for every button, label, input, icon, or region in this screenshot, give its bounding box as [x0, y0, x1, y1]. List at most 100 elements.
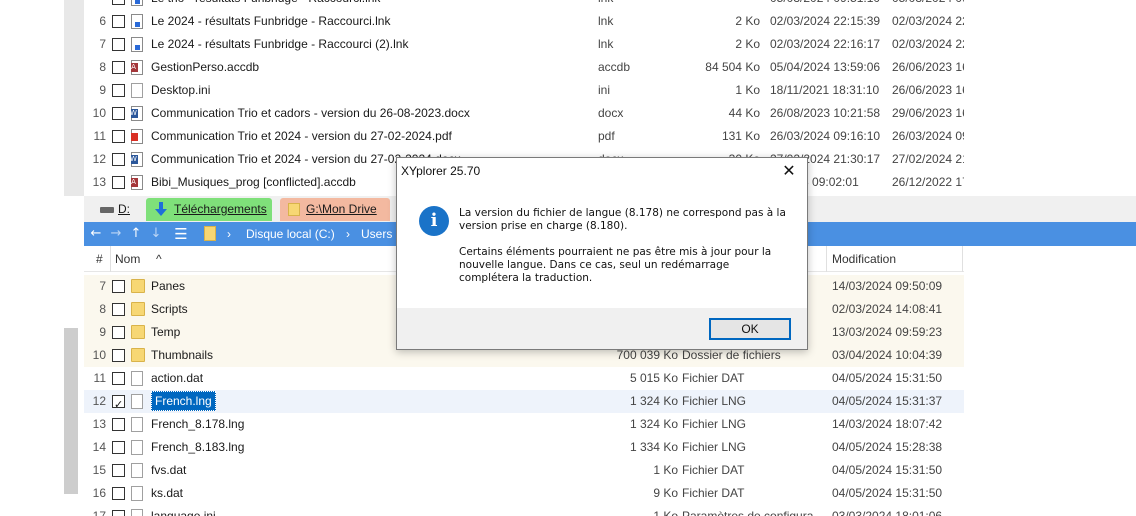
row-checkbox[interactable]: [112, 326, 125, 339]
top-file-row[interactable]: 6 Le 2024 - résultats Funbridge - Raccour…: [84, 10, 964, 33]
file-created: 02/03/2024 22:16:17: [892, 37, 964, 51]
row-checkbox[interactable]: [112, 176, 125, 189]
file-name[interactable]: action.dat: [151, 367, 591, 390]
file-modified: 04/05/2024 15:31:50: [832, 371, 943, 385]
file-name-text[interactable]: action.dat: [151, 371, 203, 385]
row-checkbox[interactable]: [112, 441, 125, 454]
ok-button[interactable]: OK: [709, 318, 791, 340]
back-arrow-icon[interactable]: ←: [86, 222, 106, 246]
folder-icon: [288, 203, 300, 216]
file-name-text[interactable]: Thumbnails: [151, 348, 213, 362]
row-checkbox[interactable]: [112, 38, 125, 51]
top-file-row[interactable]: 8 GestionPerso.accdb accdb 84 504 Ko 05/04/2…: [84, 56, 964, 79]
file-name-text[interactable]: fvs.dat: [151, 463, 186, 477]
file-modified: 04/05/2024 15:31:50: [832, 463, 943, 477]
column-name[interactable]: Nom: [115, 246, 140, 272]
file-type: Paramètres de configura…: [682, 509, 822, 516]
file-name-text[interactable]: language.ini: [151, 509, 216, 516]
file-name[interactable]: fvs.dat: [151, 459, 591, 482]
lnk-file-icon: [131, 37, 145, 53]
file-name-text[interactable]: ks.dat: [151, 486, 183, 500]
row-checkbox[interactable]: [112, 280, 125, 293]
file-extension: pdf: [598, 129, 615, 143]
menu-icon[interactable]: ☰: [170, 222, 192, 246]
file-name[interactable]: French.lng: [151, 390, 591, 413]
file-row[interactable]: 16 ks.dat 9 Ko Fichier DAT 04/05/2024 15:31:…: [84, 482, 964, 505]
breadcrumb-users[interactable]: Users: [361, 222, 392, 246]
file-size: 1 Ko: [735, 83, 760, 97]
file-created: 26/12/2022 17:48:15: [892, 175, 964, 189]
file-name[interactable]: French_8.178.lng: [151, 413, 591, 436]
file-row[interactable]: 13 French_8.178.lng 1 324 Ko Fichier LNG 14/…: [84, 413, 964, 436]
file-size: [678, 0, 760, 10]
tab-google-drive[interactable]: G:\Mon Drive: [280, 198, 390, 221]
file-name[interactable]: Le 2024 - résultats Funbridge - Raccourc…: [151, 33, 591, 56]
file-created: 27/02/2024 21:30:32: [892, 152, 964, 166]
row-checkbox[interactable]: [112, 395, 125, 408]
file-row[interactable]: 12 French.lng 1 324 Ko Fichier LNG 04/05/202…: [84, 390, 964, 413]
down-arrow-icon[interactable]: ↓: [146, 222, 166, 246]
column-index[interactable]: #: [96, 246, 103, 272]
file-type: Fichier DAT: [682, 371, 745, 385]
file-name[interactable]: Communication Trio et 2024 - version du …: [151, 125, 591, 148]
file-row[interactable]: 17 language.ini 1 Ko Paramètres de configur…: [84, 505, 964, 516]
file-size: 2 Ko: [735, 14, 760, 28]
selected-file-name[interactable]: French.lng: [151, 391, 216, 411]
left-scrollbar[interactable]: [64, 328, 78, 494]
row-checkbox[interactable]: [112, 84, 125, 97]
top-file-row[interactable]: 7 Le 2024 - résultats Funbridge - Raccour…: [84, 33, 964, 56]
file-name[interactable]: Communication Trio et cadors - version d…: [151, 102, 591, 125]
file-extension: docx: [598, 106, 624, 120]
file-size: 1 324 Ko: [629, 417, 678, 431]
close-icon[interactable]: ✕: [771, 158, 807, 184]
file-name[interactable]: language.ini: [151, 505, 591, 516]
file-name[interactable]: GestionPerso.accdb: [151, 56, 591, 79]
file-row[interactable]: 14 French_8.183.lng 1 334 Ko Fichier LNG 04/…: [84, 436, 964, 459]
file-name[interactable]: Le 2024 - résultats Funbridge - Raccourc…: [151, 10, 591, 33]
folder-icon: [131, 348, 145, 364]
up-arrow-icon[interactable]: ↑: [126, 222, 146, 246]
row-checkbox[interactable]: [112, 372, 125, 385]
row-checkbox[interactable]: [112, 153, 125, 166]
tab-drive-d[interactable]: D:: [98, 198, 138, 221]
tab-downloads[interactable]: Téléchargements: [146, 198, 272, 221]
breadcrumb-disk[interactable]: Disque local (C:): [246, 222, 335, 246]
row-checkbox[interactable]: [112, 464, 125, 477]
top-file-row[interactable]: Le trio - résultats Funbridge - Raccourc…: [84, 0, 964, 10]
row-checkbox[interactable]: [112, 487, 125, 500]
file-name[interactable]: Le trio - résultats Funbridge - Raccourc…: [151, 0, 591, 10]
file-name[interactable]: ks.dat: [151, 482, 591, 505]
file-name[interactable]: French_8.183.lng: [151, 436, 591, 459]
dialog-body: i La version du fichier de langue (8.178…: [397, 184, 807, 308]
column-modified[interactable]: Modification: [832, 246, 896, 272]
row-checkbox[interactable]: [112, 510, 125, 516]
row-checkbox[interactable]: [112, 0, 125, 5]
forward-arrow-icon[interactable]: →: [106, 222, 126, 246]
word-file-icon: [131, 106, 145, 122]
file-row[interactable]: 15 fvs.dat 1 Ko Fichier DAT 04/05/2024 15:31…: [84, 459, 964, 482]
row-checkbox[interactable]: [112, 130, 125, 143]
row-checkbox[interactable]: [112, 15, 125, 28]
top-file-row[interactable]: 10 Communication Trio et cadors - version…: [84, 102, 964, 125]
row-checkbox[interactable]: [112, 61, 125, 74]
dialog-title-bar: XYplorer 25.70 ✕: [397, 158, 807, 184]
file-row[interactable]: 11 action.dat 5 015 Ko Fichier DAT 04/05/202…: [84, 367, 964, 390]
row-checkbox[interactable]: [112, 418, 125, 431]
file-name[interactable]: Desktop.ini: [151, 79, 591, 102]
row-checkbox[interactable]: [112, 349, 125, 362]
file-name-text[interactable]: French_8.178.lng: [151, 417, 244, 431]
file-icon: [131, 417, 145, 433]
file-type: Fichier DAT: [682, 463, 745, 477]
file-name-text[interactable]: Scripts: [151, 302, 188, 316]
file-name-text[interactable]: French_8.183.lng: [151, 440, 244, 454]
file-icon: [131, 440, 145, 456]
top-file-row[interactable]: 11 Communication Trio et 2024 - version d…: [84, 125, 964, 148]
file-name-text[interactable]: Temp: [151, 325, 180, 339]
file-extension: ini: [598, 83, 611, 97]
file-name-text[interactable]: Panes: [151, 279, 185, 293]
row-checkbox[interactable]: [112, 303, 125, 316]
row-checkbox[interactable]: [112, 107, 125, 120]
top-file-row[interactable]: 9 Desktop.ini ini 1 Ko 18/11/2021 18:31:10 26…: [84, 79, 964, 102]
row-index: 14: [92, 440, 106, 454]
file-icon: [131, 509, 145, 516]
